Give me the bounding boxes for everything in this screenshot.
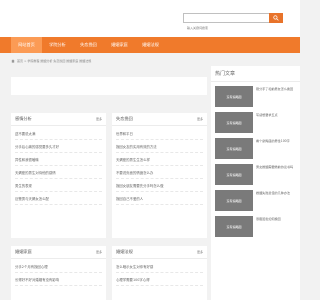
list-item[interactable]: 天蝎座的男生对待他的感情: [15, 166, 102, 179]
search-input[interactable]: [184, 24, 268, 32]
home-icon: [11, 59, 15, 63]
more-link[interactable]: 更多: [96, 250, 102, 254]
list-item[interactable]: 分手2个月有挽回心理: [15, 260, 102, 273]
list-item[interactable]: 送不要说太满: [15, 127, 102, 140]
more-link[interactable]: 更多: [197, 250, 203, 254]
thumbnail[interactable]: 没有缩略图: [215, 86, 253, 107]
search-icon: [273, 15, 279, 21]
hot-item-title[interactable]: 看个摩羯座的男性100字: [256, 139, 296, 152]
list-item[interactable]: 挽回女朋友需要先分手吗怎么做: [116, 179, 203, 192]
hot-articles: 热门文章 没有缩略图 刚分手了和前男友怎么挽回 没有缩略图 写感想要求五点 没有…: [211, 66, 300, 300]
hot-title: 热门文章: [215, 71, 236, 77]
list-item[interactable]: 天蝎座的男生生怎么样: [116, 153, 203, 166]
hot-item[interactable]: 没有缩略图 写感想要求五点: [215, 112, 295, 136]
hot-header: 热门文章: [211, 66, 300, 82]
list-item[interactable]: 心理学需要100字心得: [116, 273, 203, 286]
section-header: 感情分析 更多: [11, 113, 106, 126]
thumbnail[interactable]: 没有缩略图: [215, 164, 253, 185]
list-item[interactable]: 挽回女友的实用有效的方法: [116, 140, 203, 153]
search-box: [183, 13, 283, 32]
breadcrumb: 首页 > 学院教程 婚姻分析 失恋挽回 婚姻家庭 婚姻法规: [11, 57, 211, 65]
main-nav: 网站首页 学院分析 失恋挽回 婚姻家庭 婚姻法规: [0, 37, 300, 53]
hot-item-title[interactable]: 暴瘦闺蜜如何挽回: [256, 217, 296, 230]
banner-area: [11, 77, 207, 95]
more-link[interactable]: 更多: [96, 117, 102, 121]
hot-item-title[interactable]: 男女婚姻需要婚前协议书吗: [256, 165, 296, 178]
section-recovery: 失恋挽回 更多 世界和平日 挽回女友的实用有效的方法 天蝎座的男生生怎么样 不要…: [112, 113, 207, 238]
hot-item[interactable]: 没有缩略图 婚姻失败最佳的几种办法: [215, 190, 295, 214]
hot-item-title[interactable]: 婚姻失败最佳的几种办法: [256, 191, 296, 204]
list-item[interactable]: 挽回自己不爱的人: [116, 192, 203, 205]
article-list: 世界和平日 挽回女友的实用有效的方法 天蝎座的男生生怎么样 不要说负面的情绪怎么…: [112, 126, 207, 205]
section-analysis: 感情分析 更多 送不要说太满 分手后心痛的感觉要多久才好 异性和我很暧昧 天蝎座…: [11, 113, 106, 238]
hot-item-title[interactable]: 写感想要求五点: [256, 113, 296, 126]
section-header: 婚姻法规 更多: [112, 246, 207, 259]
thumbnail[interactable]: 没有缩略图: [215, 138, 253, 159]
nav-item-analysis[interactable]: 学院分析: [42, 37, 73, 53]
section-law: 婚姻法规 更多 怎么暗示女生对你有好感 心理学需要100字心得: [112, 246, 207, 300]
header: [0, 0, 300, 37]
article-list: 怎么暗示女生对你有好感 心理学需要100字心得: [112, 259, 207, 286]
section-header: 失恋挽回 更多: [112, 113, 207, 126]
hot-item[interactable]: 没有缩略图 男女婚姻需要婚前协议书吗: [215, 164, 295, 188]
list-item[interactable]: 怎么暗示女生对你有好感: [116, 260, 203, 273]
section-title: 感情分析: [15, 116, 32, 121]
hot-item-title[interactable]: 刚分手了和前男友怎么挽回: [256, 87, 296, 100]
list-item[interactable]: 男生的表现: [15, 179, 102, 192]
nav-item-family[interactable]: 婚姻家庭: [104, 37, 135, 53]
thumbnail[interactable]: 没有缩略图: [215, 112, 253, 133]
nav-item-recovery[interactable]: 失恋挽回: [73, 37, 104, 53]
hot-item[interactable]: 没有缩略图 刚分手了和前男友怎么挽回: [215, 86, 295, 110]
thumbnail[interactable]: 没有缩略图: [215, 190, 253, 211]
section-header: 婚姻家庭 更多: [11, 246, 106, 259]
list-item[interactable]: 不要说负面的情绪怎么办: [116, 166, 203, 179]
list-item[interactable]: 世界和平日: [116, 127, 203, 140]
hot-item[interactable]: 没有缩略图 看个摩羯座的男性100字: [215, 138, 295, 162]
more-link[interactable]: 更多: [197, 117, 203, 121]
thumbnail[interactable]: 没有缩略图: [215, 216, 253, 237]
article-list: 送不要说太满 分手后心痛的感觉要多久才好 异性和我很暧昧 天蝎座的男生对待他的感…: [11, 126, 106, 205]
section-title: 婚姻法规: [116, 249, 133, 254]
nav-item-home[interactable]: 网站首页: [11, 37, 42, 53]
page: 网站首页 学院分析 失恋挽回 婚姻家庭 婚姻法规 首页 > 学院教程 婚姻分析 …: [0, 0, 300, 300]
list-item[interactable]: 长得好不好对婚姻有没有影响: [15, 273, 102, 286]
nav-item-law[interactable]: 婚姻法规: [135, 37, 166, 53]
list-item[interactable]: 分手后心痛的感觉要多久才好: [15, 140, 102, 153]
section-family: 婚姻家庭 更多 分手2个月有挽回心理 长得好不好对婚姻有没有影响: [11, 246, 106, 300]
list-item[interactable]: 异性和我很暧昧: [15, 153, 102, 166]
hot-item[interactable]: 没有缩略图 暴瘦闺蜜如何挽回: [215, 216, 295, 240]
breadcrumb-text[interactable]: 首页 > 学院教程 婚姻分析 失恋挽回 婚姻家庭 婚姻法规: [17, 59, 91, 63]
section-title: 失恋挽回: [116, 116, 133, 121]
search-button[interactable]: [269, 13, 283, 23]
section-title: 婚姻家庭: [15, 249, 32, 254]
article-list: 分手2个月有挽回心理 长得好不好对婚姻有没有影响: [11, 259, 106, 286]
list-item[interactable]: 巨蟹男与天蝎女怎么配: [15, 192, 102, 205]
